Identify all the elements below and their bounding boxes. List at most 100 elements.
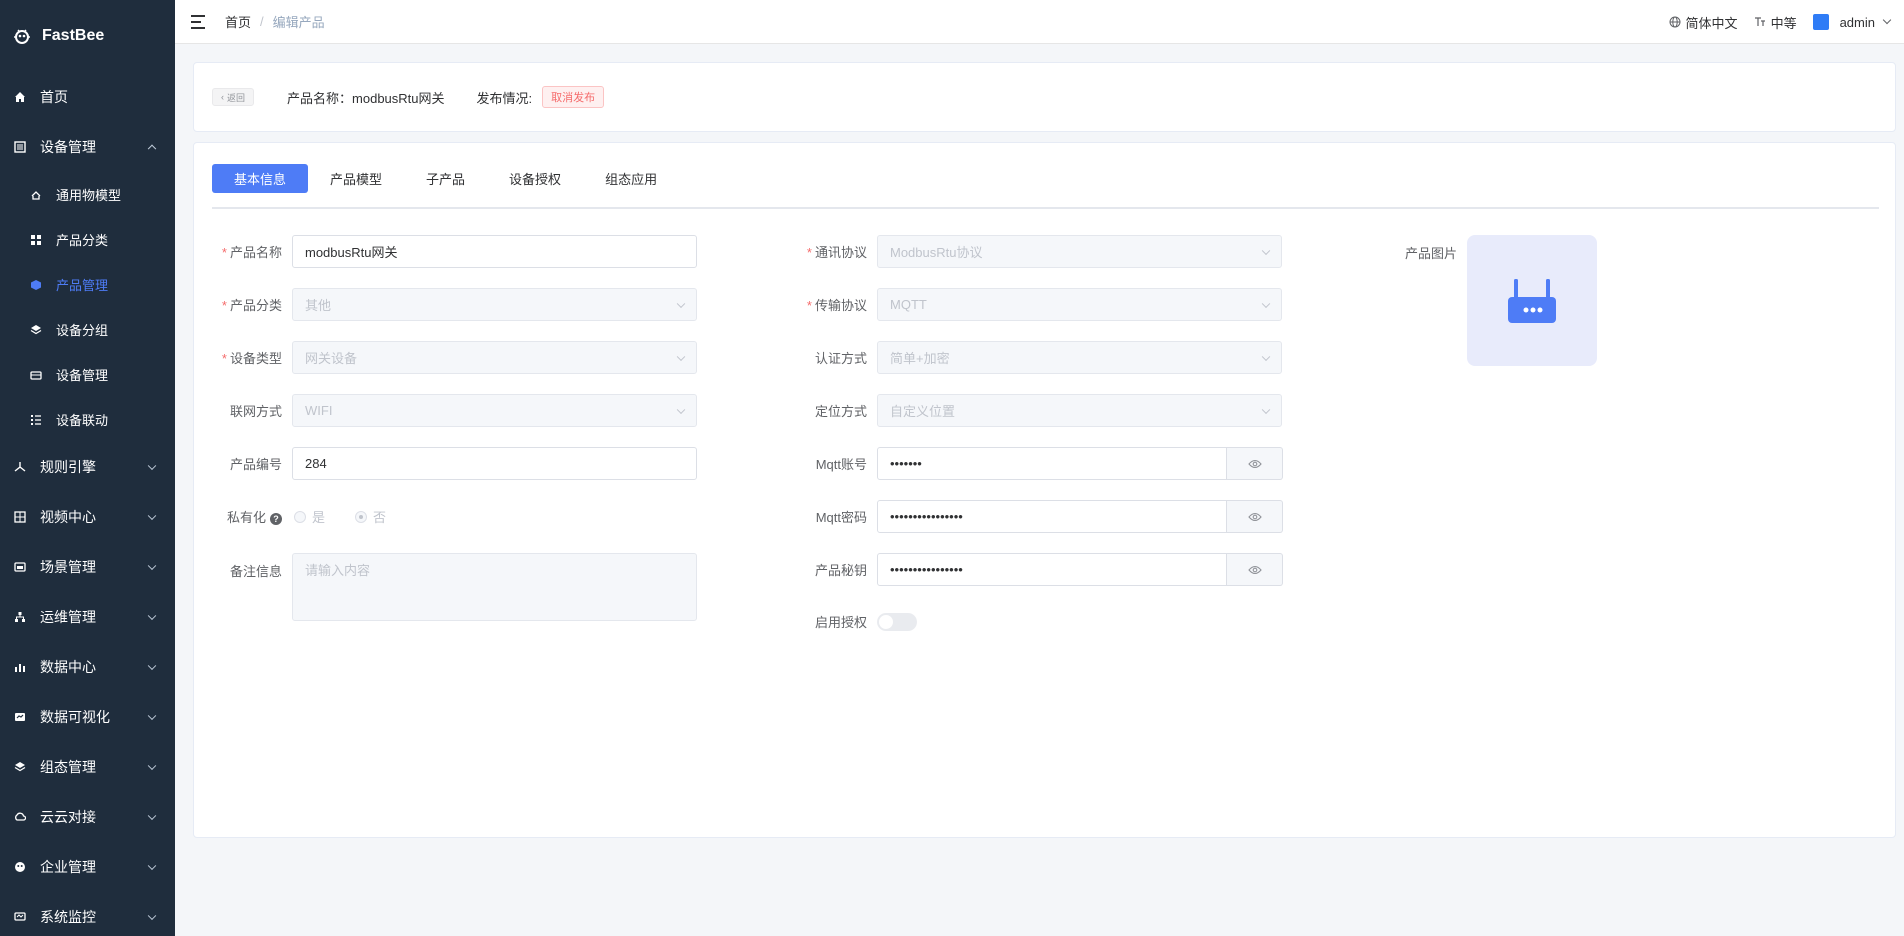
chevron-up-icon <box>147 144 157 154</box>
submenu-device-group[interactable]: 设备分组 <box>0 307 175 352</box>
tab-product-model[interactable]: 产品模型 <box>308 164 404 193</box>
tab-device-auth[interactable]: 设备授权 <box>487 164 583 193</box>
menu-home[interactable]: 首页 <box>0 72 175 122</box>
radio-private-no[interactable]: 否 <box>355 507 386 526</box>
tab-divider <box>212 207 1879 209</box>
auth-value: 简单+加密 <box>890 351 950 366</box>
row-network: 联网方式 WIFI <box>212 394 697 427</box>
home-icon <box>13 91 26 104</box>
row-product-image: 产品图片 <box>1387 235 1597 366</box>
bar-chart-icon <box>13 661 26 674</box>
row-product-no: 产品编号 284 <box>212 447 697 480</box>
menu-cloud-integration[interactable]: 云云对接 <box>0 792 175 842</box>
auth-select[interactable]: 简单+加密 <box>877 341 1282 374</box>
chevron-down-icon <box>147 661 157 671</box>
location-select[interactable]: 自定义位置 <box>877 394 1282 427</box>
remark-textarea[interactable]: 请输入内容 <box>292 553 697 621</box>
menu-label: 数据可视化 <box>40 709 110 725</box>
secret-input[interactable]: •••••••••••••••• <box>877 553 1227 586</box>
radio-private-yes[interactable]: 是 <box>294 507 325 526</box>
row-mqtt-password: Mqtt密码 •••••••••••••••• <box>797 500 1283 533</box>
radio-label: 是 <box>312 510 326 525</box>
publish-label: 发布情况: <box>476 90 533 106</box>
transport-select[interactable]: MQTT <box>877 288 1282 321</box>
enable-auth-switch[interactable] <box>877 612 917 631</box>
topbar-actions: 简体中文 中等 admin <box>1669 0 1892 44</box>
chevron-down-icon <box>1261 299 1271 308</box>
row-secret: 产品秘钥 •••••••••••••••• <box>797 553 1283 586</box>
product-name-input[interactable]: modbusRtu网关 <box>292 235 697 268</box>
show-mqtt-account-button[interactable] <box>1227 447 1283 480</box>
label-auth: 认证方式 <box>814 351 867 366</box>
chevron-down-icon <box>147 511 157 521</box>
submenu-product-management[interactable]: 产品管理 <box>0 262 175 307</box>
menu-configuration[interactable]: 组态管理 <box>0 742 175 792</box>
language-label: 简体中文 <box>1685 15 1738 31</box>
transport-value: MQTT <box>890 297 927 312</box>
menu-label: 企业管理 <box>40 859 96 875</box>
protocol-select[interactable]: ModbusRtu协议 <box>877 235 1282 268</box>
menu-data-visualization[interactable]: 数据可视化 <box>0 692 175 742</box>
logo[interactable]: FastBee <box>0 0 175 72</box>
category-select[interactable]: 其他 <box>292 288 697 321</box>
row-auth: 认证方式 简单+加密 <box>797 341 1282 374</box>
chevron-down-icon <box>147 711 157 721</box>
label-secret: 产品秘钥 <box>814 563 867 578</box>
product-no-input[interactable]: 284 <box>292 447 697 480</box>
language-switch[interactable]: 简体中文 <box>1669 13 1738 32</box>
row-product-name: * 产品名称 modbusRtu网关 <box>212 235 697 268</box>
eye-icon <box>1247 565 1262 574</box>
submenu-thing-model[interactable]: 通用物模型 <box>0 172 175 217</box>
submenu-product-category[interactable]: 产品分类 <box>0 217 175 262</box>
device-type-select[interactable]: 网关设备 <box>292 341 697 374</box>
eye-icon <box>1247 459 1262 468</box>
font-size-icon <box>1754 17 1765 26</box>
radio-label: 否 <box>373 510 387 525</box>
breadcrumb-separator: / <box>260 14 264 29</box>
chevron-down-icon <box>1261 352 1271 361</box>
tab-sub-product[interactable]: 子产品 <box>404 164 487 193</box>
menu-label: 系统监控 <box>40 909 96 925</box>
breadcrumb-current: 编辑产品 <box>272 15 325 30</box>
mqtt-password-input[interactable]: •••••••••••••••• <box>877 500 1227 533</box>
submenu-device-linkage[interactable]: 设备联动 <box>0 397 175 442</box>
unpublish-button[interactable]: 取消发布 <box>542 86 605 108</box>
label-product-name: 产品名称 <box>229 245 282 260</box>
stack-icon <box>13 761 26 774</box>
show-mqtt-password-button[interactable] <box>1227 500 1283 533</box>
tab-basic-info[interactable]: 基本信息 <box>212 164 309 193</box>
menu-device-management[interactable]: 设备管理 <box>0 122 175 172</box>
size-label: 中等 <box>1770 15 1797 31</box>
label-enable-auth: 启用授权 <box>814 615 867 630</box>
hamburger-icon[interactable] <box>191 14 207 29</box>
submenu-label: 设备分组 <box>56 323 109 338</box>
menu-enterprise[interactable]: 企业管理 <box>0 842 175 892</box>
mqtt-account-input[interactable]: ••••••• <box>877 447 1227 480</box>
chevron-down-icon <box>147 761 157 771</box>
size-switch[interactable]: 中等 <box>1754 13 1797 32</box>
menu-data-center[interactable]: 数据中心 <box>0 642 175 692</box>
label-transport: 传输协议 <box>814 298 867 313</box>
submenu-device-management[interactable]: 设备管理 <box>0 352 175 397</box>
question-icon[interactable]: ? <box>270 513 282 525</box>
chevron-down-icon <box>147 861 157 871</box>
breadcrumb-home[interactable]: 首页 <box>225 12 251 31</box>
menu-scene-management[interactable]: 场景管理 <box>0 542 175 592</box>
product-image[interactable] <box>1467 235 1597 366</box>
menu-ops-management[interactable]: 运维管理 <box>0 592 175 642</box>
tab-config-app[interactable]: 组态应用 <box>583 164 679 193</box>
label-private: 私有化 <box>226 510 266 525</box>
menu-system-monitor[interactable]: 系统监控 <box>0 892 175 936</box>
menu-video-center[interactable]: 视频中心 <box>0 492 175 542</box>
user-menu[interactable]: admin <box>1812 14 1892 30</box>
label-mqtt-password: Mqtt密码 <box>815 510 867 525</box>
product-name-label: 产品名称： <box>287 90 353 106</box>
menu-label: 运维管理 <box>40 609 96 625</box>
row-enable-auth: 启用授权 <box>797 605 917 638</box>
network-select[interactable]: WIFI <box>292 394 697 427</box>
device-icon <box>30 369 42 381</box>
menu-rule-engine[interactable]: 规则引擎 <box>0 442 175 492</box>
show-secret-button[interactable] <box>1227 553 1283 586</box>
back-button[interactable]: ‹ 返回 <box>212 88 255 106</box>
menu-label: 云云对接 <box>40 809 96 825</box>
